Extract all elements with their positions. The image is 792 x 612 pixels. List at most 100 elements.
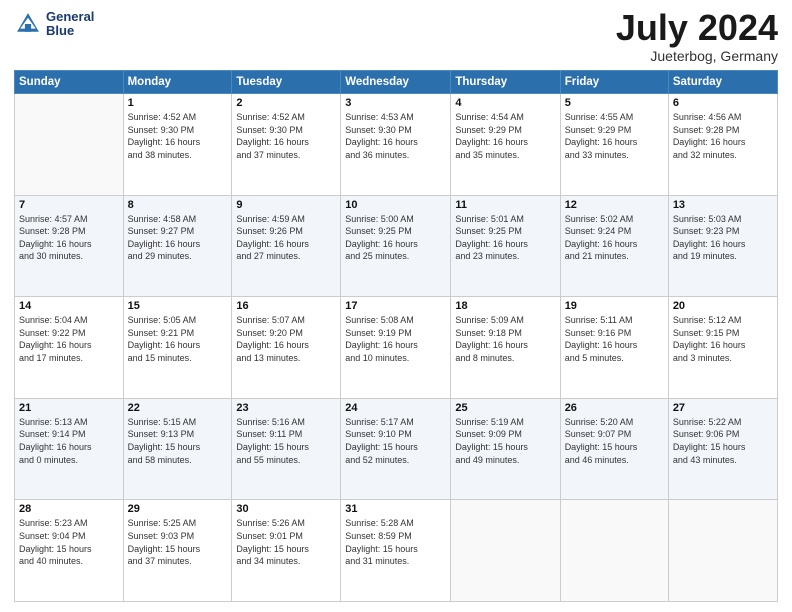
- day-number: 29: [128, 503, 228, 515]
- day-number: 30: [236, 503, 336, 515]
- calendar-day-cell: [560, 500, 668, 602]
- day-info: Sunrise: 5:25 AM Sunset: 9:03 PM Dayligh…: [128, 517, 228, 567]
- calendar-day-cell: 25 Sunrise: 5:19 AM Sunset: 9:09 PM Dayli…: [451, 398, 560, 500]
- day-number: 11: [455, 199, 555, 211]
- day-info: Sunrise: 5:20 AM Sunset: 9:07 PM Dayligh…: [565, 416, 664, 466]
- day-info: Sunrise: 5:02 AM Sunset: 9:24 PM Dayligh…: [565, 213, 664, 263]
- calendar-week-row: 14 Sunrise: 5:04 AM Sunset: 9:22 PM Dayli…: [15, 297, 778, 399]
- day-info: Sunrise: 4:57 AM Sunset: 9:28 PM Dayligh…: [19, 213, 119, 263]
- logo-text-line2: Blue: [46, 24, 94, 38]
- day-number: 21: [19, 402, 119, 414]
- day-info: Sunrise: 5:22 AM Sunset: 9:06 PM Dayligh…: [673, 416, 773, 466]
- calendar-week-row: 28Sunrise: 5:23 AM Sunset: 9:04 PM Dayli…: [15, 500, 778, 602]
- calendar-day-cell: 11 Sunrise: 5:01 AM Sunset: 9:25 PM Dayli…: [451, 195, 560, 297]
- page-header: General Blue July 2024 Jueterbog, German…: [14, 10, 778, 64]
- day-number: 27: [673, 402, 773, 414]
- day-info: Sunrise: 5:04 AM Sunset: 9:22 PM Dayligh…: [19, 314, 119, 364]
- day-info: Sunrise: 5:19 AM Sunset: 9:09 PM Dayligh…: [455, 416, 555, 466]
- calendar-day-cell: 5 Sunrise: 4:55 AM Sunset: 9:29 PM Daylig…: [560, 94, 668, 196]
- day-info: Sunrise: 5:16 AM Sunset: 9:11 PM Dayligh…: [236, 416, 336, 466]
- logo-icon: [14, 10, 42, 38]
- calendar-day-cell: 21 Sunrise: 5:13 AM Sunset: 9:14 PM Dayli…: [15, 398, 124, 500]
- day-number: 4: [455, 97, 555, 109]
- calendar-day-cell: 12 Sunrise: 5:02 AM Sunset: 9:24 PM Dayli…: [560, 195, 668, 297]
- calendar-day-cell: 28Sunrise: 5:23 AM Sunset: 9:04 PM Dayli…: [15, 500, 124, 602]
- day-number: 1: [128, 97, 228, 109]
- calendar-day-cell: 14 Sunrise: 5:04 AM Sunset: 9:22 PM Dayli…: [15, 297, 124, 399]
- day-of-week-header: Tuesday: [232, 71, 341, 94]
- day-info: Sunrise: 4:52 AM Sunset: 9:30 PM Dayligh…: [236, 111, 336, 161]
- day-of-week-header: Friday: [560, 71, 668, 94]
- calendar-day-cell: 6 Sunrise: 4:56 AM Sunset: 9:28 PM Daylig…: [668, 94, 777, 196]
- day-info: Sunrise: 4:55 AM Sunset: 9:29 PM Dayligh…: [565, 111, 664, 161]
- day-number: 9: [236, 199, 336, 211]
- day-number: 7: [19, 199, 119, 211]
- calendar-day-cell: 22 Sunrise: 5:15 AM Sunset: 9:13 PM Dayli…: [123, 398, 232, 500]
- calendar-day-cell: 3Sunrise: 4:53 AM Sunset: 9:30 PM Daylig…: [341, 94, 451, 196]
- day-number: 6: [673, 97, 773, 109]
- day-info: Sunrise: 5:15 AM Sunset: 9:13 PM Dayligh…: [128, 416, 228, 466]
- day-info: Sunrise: 5:00 AM Sunset: 9:25 PM Dayligh…: [345, 213, 446, 263]
- day-number: 12: [565, 199, 664, 211]
- calendar-day-cell: 30Sunrise: 5:26 AM Sunset: 9:01 PM Dayli…: [232, 500, 341, 602]
- calendar-day-cell: 27 Sunrise: 5:22 AM Sunset: 9:06 PM Dayli…: [668, 398, 777, 500]
- calendar-day-cell: 26 Sunrise: 5:20 AM Sunset: 9:07 PM Dayli…: [560, 398, 668, 500]
- day-number: 22: [128, 402, 228, 414]
- day-info: Sunrise: 5:05 AM Sunset: 9:21 PM Dayligh…: [128, 314, 228, 364]
- day-number: 17: [345, 300, 446, 312]
- day-info: Sunrise: 5:03 AM Sunset: 9:23 PM Dayligh…: [673, 213, 773, 263]
- day-info: Sunrise: 5:08 AM Sunset: 9:19 PM Dayligh…: [345, 314, 446, 364]
- day-info: Sunrise: 4:56 AM Sunset: 9:28 PM Dayligh…: [673, 111, 773, 161]
- day-number: 24: [345, 402, 446, 414]
- location: Jueterbog, Germany: [616, 48, 778, 64]
- day-number: 23: [236, 402, 336, 414]
- day-info: Sunrise: 5:11 AM Sunset: 9:16 PM Dayligh…: [565, 314, 664, 364]
- calendar-day-cell: [15, 94, 124, 196]
- calendar-day-cell: 13 Sunrise: 5:03 AM Sunset: 9:23 PM Dayli…: [668, 195, 777, 297]
- day-of-week-header: Wednesday: [341, 71, 451, 94]
- day-number: 13: [673, 199, 773, 211]
- calendar-day-cell: 8 Sunrise: 4:58 AM Sunset: 9:27 PM Daylig…: [123, 195, 232, 297]
- day-number: 8: [128, 199, 228, 211]
- calendar-day-cell: 23 Sunrise: 5:16 AM Sunset: 9:11 PM Dayli…: [232, 398, 341, 500]
- calendar-day-cell: 4 Sunrise: 4:54 AM Sunset: 9:29 PM Daylig…: [451, 94, 560, 196]
- day-number: 20: [673, 300, 773, 312]
- calendar-day-cell: [451, 500, 560, 602]
- calendar-day-cell: 2Sunrise: 4:52 AM Sunset: 9:30 PM Daylig…: [232, 94, 341, 196]
- day-number: 15: [128, 300, 228, 312]
- day-of-week-header: Sunday: [15, 71, 124, 94]
- day-info: Sunrise: 5:01 AM Sunset: 9:25 PM Dayligh…: [455, 213, 555, 263]
- day-info: Sunrise: 5:07 AM Sunset: 9:20 PM Dayligh…: [236, 314, 336, 364]
- day-number: 16: [236, 300, 336, 312]
- day-info: Sunrise: 4:54 AM Sunset: 9:29 PM Dayligh…: [455, 111, 555, 161]
- day-info: Sunrise: 4:52 AM Sunset: 9:30 PM Dayligh…: [128, 111, 228, 161]
- calendar-day-cell: 1 Sunrise: 4:52 AM Sunset: 9:30 PM Daylig…: [123, 94, 232, 196]
- calendar-day-cell: [668, 500, 777, 602]
- day-info: Sunrise: 5:28 AM Sunset: 8:59 PM Dayligh…: [345, 517, 446, 567]
- day-info: Sunrise: 4:53 AM Sunset: 9:30 PM Dayligh…: [345, 111, 446, 161]
- day-info: Sunrise: 4:58 AM Sunset: 9:27 PM Dayligh…: [128, 213, 228, 263]
- calendar-day-cell: 17 Sunrise: 5:08 AM Sunset: 9:19 PM Dayli…: [341, 297, 451, 399]
- day-number: 5: [565, 97, 664, 109]
- day-number: 19: [565, 300, 664, 312]
- day-info: Sunrise: 5:12 AM Sunset: 9:15 PM Dayligh…: [673, 314, 773, 364]
- day-info: Sunrise: 5:23 AM Sunset: 9:04 PM Dayligh…: [19, 517, 119, 567]
- day-number: 31: [345, 503, 446, 515]
- day-number: 18: [455, 300, 555, 312]
- calendar-day-cell: 9Sunrise: 4:59 AM Sunset: 9:26 PM Daylig…: [232, 195, 341, 297]
- day-info: Sunrise: 5:13 AM Sunset: 9:14 PM Dayligh…: [19, 416, 119, 466]
- calendar-day-cell: 24 Sunrise: 5:17 AM Sunset: 9:10 PM Dayli…: [341, 398, 451, 500]
- logo-text-line1: General: [46, 10, 94, 24]
- calendar-week-row: 21 Sunrise: 5:13 AM Sunset: 9:14 PM Dayli…: [15, 398, 778, 500]
- calendar-week-row: 1 Sunrise: 4:52 AM Sunset: 9:30 PM Daylig…: [15, 94, 778, 196]
- month-title: July 2024: [616, 10, 778, 46]
- day-number: 14: [19, 300, 119, 312]
- day-info: Sunrise: 5:17 AM Sunset: 9:10 PM Dayligh…: [345, 416, 446, 466]
- logo: General Blue: [14, 10, 94, 39]
- calendar-day-cell: 16 Sunrise: 5:07 AM Sunset: 9:20 PM Dayli…: [232, 297, 341, 399]
- day-number: 25: [455, 402, 555, 414]
- calendar-day-cell: 18Sunrise: 5:09 AM Sunset: 9:18 PM Dayli…: [451, 297, 560, 399]
- day-number: 26: [565, 402, 664, 414]
- day-of-week-header: Saturday: [668, 71, 777, 94]
- calendar-header-row: SundayMondayTuesdayWednesdayThursdayFrid…: [15, 71, 778, 94]
